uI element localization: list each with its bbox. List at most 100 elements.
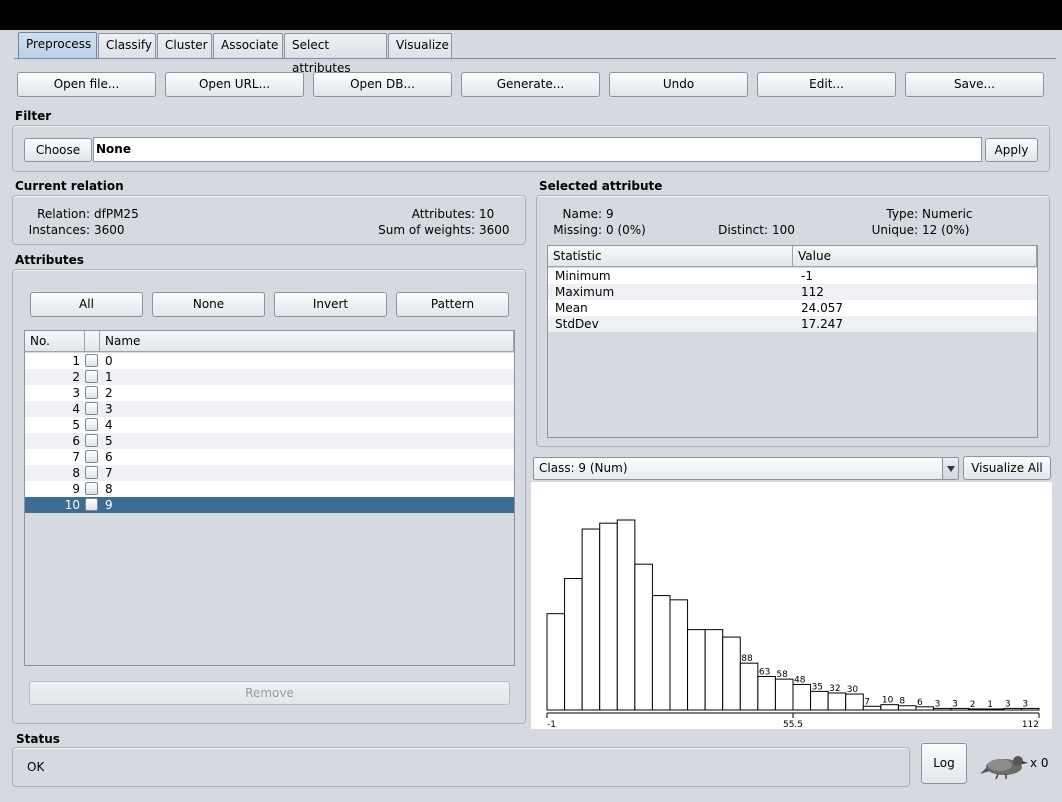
histogram-bar-label: 6 [917,698,923,708]
select-none-button[interactable]: None [152,292,265,317]
status-task-count: x 0 [1030,756,1049,770]
attribute-number: 1 [72,354,80,368]
tab-cluster[interactable]: Cluster [157,33,212,58]
histogram-bar [599,522,618,711]
class-attribute-value: Class: 9 (Num) [539,461,628,475]
invert-selection-button[interactable]: Invert [274,292,387,317]
table-row[interactable]: 87 [25,465,514,481]
table-row[interactable]: 65 [25,433,514,449]
table-row[interactable]: StdDev 17.247 [548,316,1037,332]
attribute-name: 9 [105,498,113,512]
column-header-no[interactable]: No. [25,331,85,352]
attribute-checkbox[interactable] [85,418,98,431]
attribute-name: 2 [105,386,113,400]
generate-button[interactable]: Generate... [461,72,600,97]
histogram-bar-label: 3 [1005,699,1011,709]
histogram-x-tick-label: -1 [547,720,556,729]
table-row[interactable]: 21 [25,369,514,385]
attribute-checkbox[interactable] [85,498,98,511]
log-button[interactable]: Log [921,743,967,784]
histogram-bar [581,528,601,711]
histogram-bar-label: 58 [776,670,788,680]
histogram-bar-label: 35 [812,682,823,692]
attribute-checkbox[interactable] [85,402,98,415]
class-attribute-select[interactable]: Class: 9 (Num) [533,457,959,480]
tab-associate[interactable]: Associate [213,33,283,58]
statistic-name: Maximum [555,285,615,299]
weka-bird-icon[interactable] [978,752,1028,780]
table-row[interactable]: 98 [25,481,514,497]
tab-select-attributes[interactable]: Select attributes [284,33,387,75]
statistic-name: Mean [555,301,588,315]
histogram-bar [722,636,741,711]
attribute-checkbox[interactable] [85,482,98,495]
attribute-number: 5 [72,418,80,432]
tab-classify[interactable]: Classify [98,33,156,58]
attributes-count-value: 10 [479,207,495,221]
histogram-bar-label: 10 [882,696,894,706]
table-row[interactable]: 76 [25,449,514,465]
attr-missing-label: Missing: [553,223,602,237]
instances-label: Instances: [28,223,90,237]
table-row[interactable]: Maximum 112 [548,284,1037,300]
attribute-checkbox[interactable] [85,466,98,479]
table-row[interactable]: 32 [25,385,514,401]
attribute-name: 7 [105,466,113,480]
table-row[interactable]: 54 [25,417,514,433]
tab-visualize[interactable]: Visualize [388,33,452,58]
attribute-checkbox[interactable] [85,434,98,447]
table-row[interactable]: Mean 24.057 [548,300,1037,316]
filter-title: Filter [15,109,52,123]
table-row[interactable]: Minimum -1 [548,268,1037,284]
attr-name-value: 9 [606,207,614,221]
open-url-button[interactable]: Open URL... [165,72,304,97]
remove-button[interactable]: Remove [29,681,510,705]
statistic-value: -1 [801,269,813,283]
histogram-bar [634,563,653,711]
filter-field[interactable]: None [93,137,982,162]
histogram-bar-label: 1 [987,700,993,710]
attribute-number: 7 [72,450,80,464]
apply-filter-button[interactable]: Apply [985,138,1038,162]
attribute-checkbox[interactable] [85,450,98,463]
save-button[interactable]: Save... [905,72,1044,97]
statistics-table[interactable]: Statistic Value Minimum -1 Maximum 112 Mean 2… [547,245,1038,438]
visualize-all-button[interactable]: Visualize All [963,456,1051,480]
attributes-title: Attributes [15,253,84,267]
attr-distinct-label: Distinct: [718,223,768,237]
attribute-number: 2 [72,370,80,384]
table-row[interactable]: 43 [25,401,514,417]
attribute-name: 6 [105,450,113,464]
edit-button[interactable]: Edit... [757,72,896,97]
histogram-bar [845,693,864,711]
undo-button[interactable]: Undo [609,72,748,97]
column-header-value[interactable]: Value [793,246,1037,267]
histogram-area[interactable]: 88 63 58 48 35 32 30 7 10 8 6 3 3 2 1 3 3 -1 55.5 112 [531,482,1052,730]
attr-type-label: Type: [886,207,918,221]
attributes-table-header: No. Name [25,331,514,352]
histogram-chart: 8863 584835 32 307 10 8 6 3 3 2 1 3 3-1 55.5 112 [546,519,1040,730]
attribute-checkbox[interactable] [85,386,98,399]
histogram-bar-label: 30 [847,685,859,695]
open-db-button[interactable]: Open DB... [313,72,452,97]
open-file-button[interactable]: Open file... [17,72,156,97]
column-header-statistic[interactable]: Statistic [548,246,793,267]
column-header-name[interactable]: Name [100,331,514,352]
table-row[interactable]: 10 [25,353,514,369]
attr-distinct-value: 100 [772,223,795,237]
status-text: OK [27,760,45,774]
relation-value: dfPM25 [94,207,139,221]
attribute-checkbox[interactable] [85,370,98,383]
column-header-checkbox[interactable] [85,331,100,352]
attribute-checkbox[interactable] [85,354,98,367]
attributes-table[interactable]: No. Name 1 0 2 1 3 2 4 3 5 4 6 5 7 6 8 7 9 8 10 9 [24,330,515,666]
choose-filter-button[interactable]: Choose [24,138,92,162]
current-relation-title: Current relation [15,179,124,193]
select-all-button[interactable]: All [30,292,143,317]
chevron-down-icon[interactable] [942,458,958,479]
table-row[interactable]: 10 9 [25,497,514,513]
pattern-button[interactable]: Pattern [396,292,509,317]
statistic-name: StdDev [555,317,599,331]
histogram-bar [757,675,776,711]
tab-preprocess[interactable]: Preprocess [18,32,97,59]
